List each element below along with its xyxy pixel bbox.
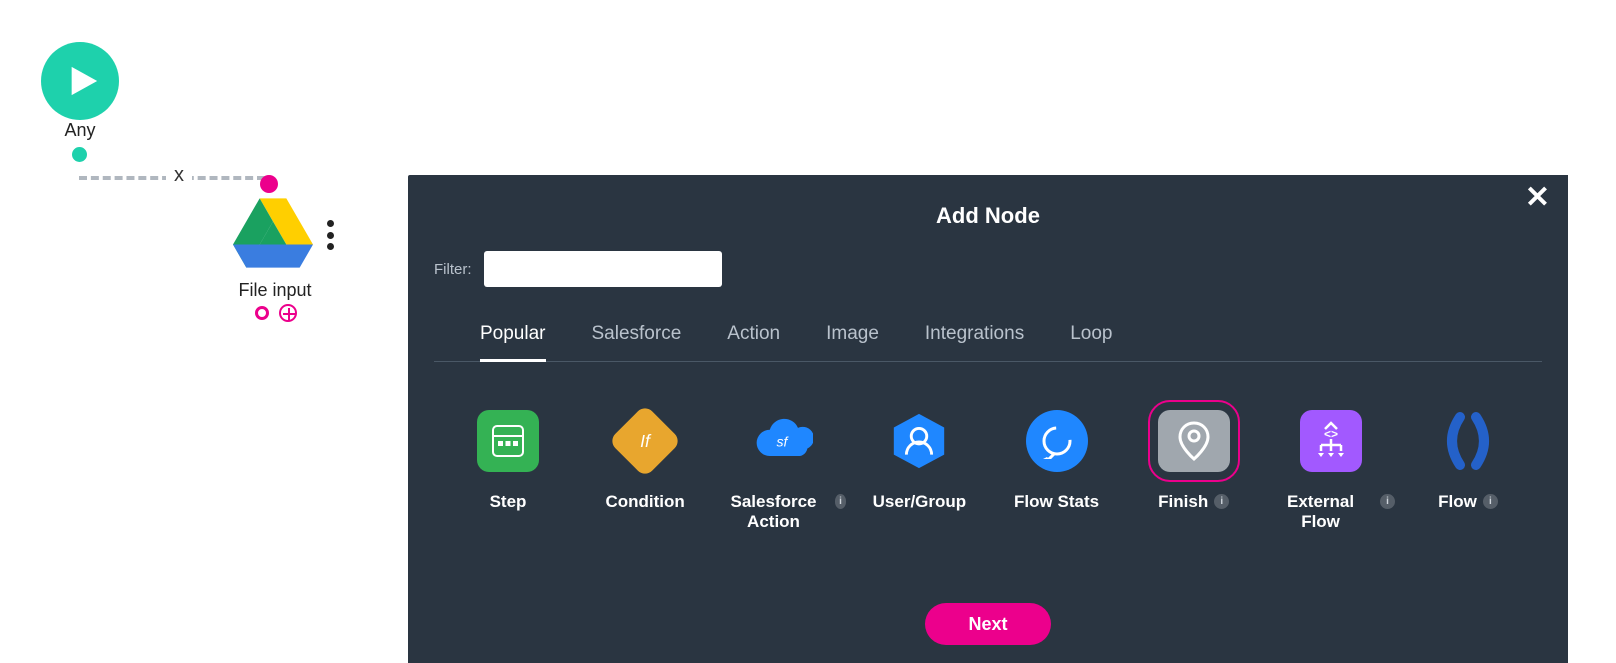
drive-node-label: File input [205, 280, 345, 301]
external-flow-icon: <> [1300, 410, 1362, 472]
node-label: Flow Stats [1014, 492, 1099, 512]
svg-text:If: If [640, 431, 652, 451]
node-type-finish[interactable]: Finishi [1130, 410, 1258, 533]
info-icon[interactable]: i [1214, 494, 1229, 509]
add-node-panel: ✕ Add Node Filter: Popular Salesforce Ac… [408, 175, 1568, 663]
tab-action[interactable]: Action [727, 323, 780, 361]
tab-loop[interactable]: Loop [1070, 323, 1112, 361]
start-node-label: Any [41, 120, 119, 141]
node-type-user-group[interactable]: User/Group [855, 410, 983, 533]
add-output-port[interactable] [279, 304, 297, 322]
node-label: Salesforce Action [718, 492, 828, 533]
node-label: Step [490, 492, 527, 512]
connector-delete-button[interactable]: x [166, 162, 192, 188]
svg-text:<>: <> [1324, 427, 1338, 441]
node-label: Condition [605, 492, 684, 512]
panel-title: Add Node [408, 175, 1568, 229]
tab-bar: Popular Salesforce Action Image Integrat… [434, 287, 1542, 362]
tab-image[interactable]: Image [826, 323, 879, 361]
filter-label: Filter: [434, 261, 472, 278]
flow-icon [1437, 410, 1499, 472]
node-type-flow-stats[interactable]: Flow Stats [993, 410, 1121, 533]
flow-canvas[interactable]: Any x File input [0, 0, 400, 663]
node-more-menu[interactable] [320, 220, 340, 250]
info-icon[interactable]: i [1380, 494, 1395, 509]
filter-input[interactable] [484, 251, 722, 287]
tab-popular[interactable]: Popular [480, 323, 546, 362]
cloud-icon: sf [751, 410, 813, 472]
node-type-flow[interactable]: Flowi [1404, 410, 1532, 533]
google-drive-icon [233, 198, 313, 268]
output-port[interactable] [255, 306, 269, 320]
google-drive-node[interactable] [228, 192, 318, 274]
node-label: User/Group [873, 492, 967, 512]
node-type-step[interactable]: Step [444, 410, 572, 533]
node-type-list: Step If Condition sf Salesforce Actioni … [408, 362, 1568, 533]
start-node-output-port[interactable] [72, 147, 87, 162]
node-label: Flow [1438, 492, 1477, 512]
node-type-salesforce-action[interactable]: sf Salesforce Action i [718, 410, 846, 533]
start-node[interactable] [41, 42, 119, 120]
next-button[interactable]: Next [925, 603, 1051, 645]
drive-node-input-port[interactable] [260, 175, 278, 193]
node-type-external-flow[interactable]: <> External Flow i [1267, 410, 1395, 533]
drive-node-output-ports [255, 304, 297, 322]
node-label: Finish [1158, 492, 1208, 512]
node-label: External Flow [1267, 492, 1374, 533]
user-group-icon [888, 410, 950, 472]
close-button[interactable]: ✕ [1525, 187, 1550, 209]
finish-icon [1158, 410, 1230, 472]
condition-icon: If [608, 404, 682, 478]
play-icon [66, 64, 100, 98]
flow-stats-icon [1026, 410, 1088, 472]
tab-salesforce[interactable]: Salesforce [592, 323, 682, 361]
info-icon[interactable]: i [1483, 494, 1498, 509]
filter-row: Filter: [408, 229, 1568, 287]
step-icon [477, 410, 539, 472]
tab-integrations[interactable]: Integrations [925, 323, 1024, 361]
node-type-condition[interactable]: If Condition [581, 410, 709, 533]
info-icon[interactable]: i [835, 494, 847, 509]
